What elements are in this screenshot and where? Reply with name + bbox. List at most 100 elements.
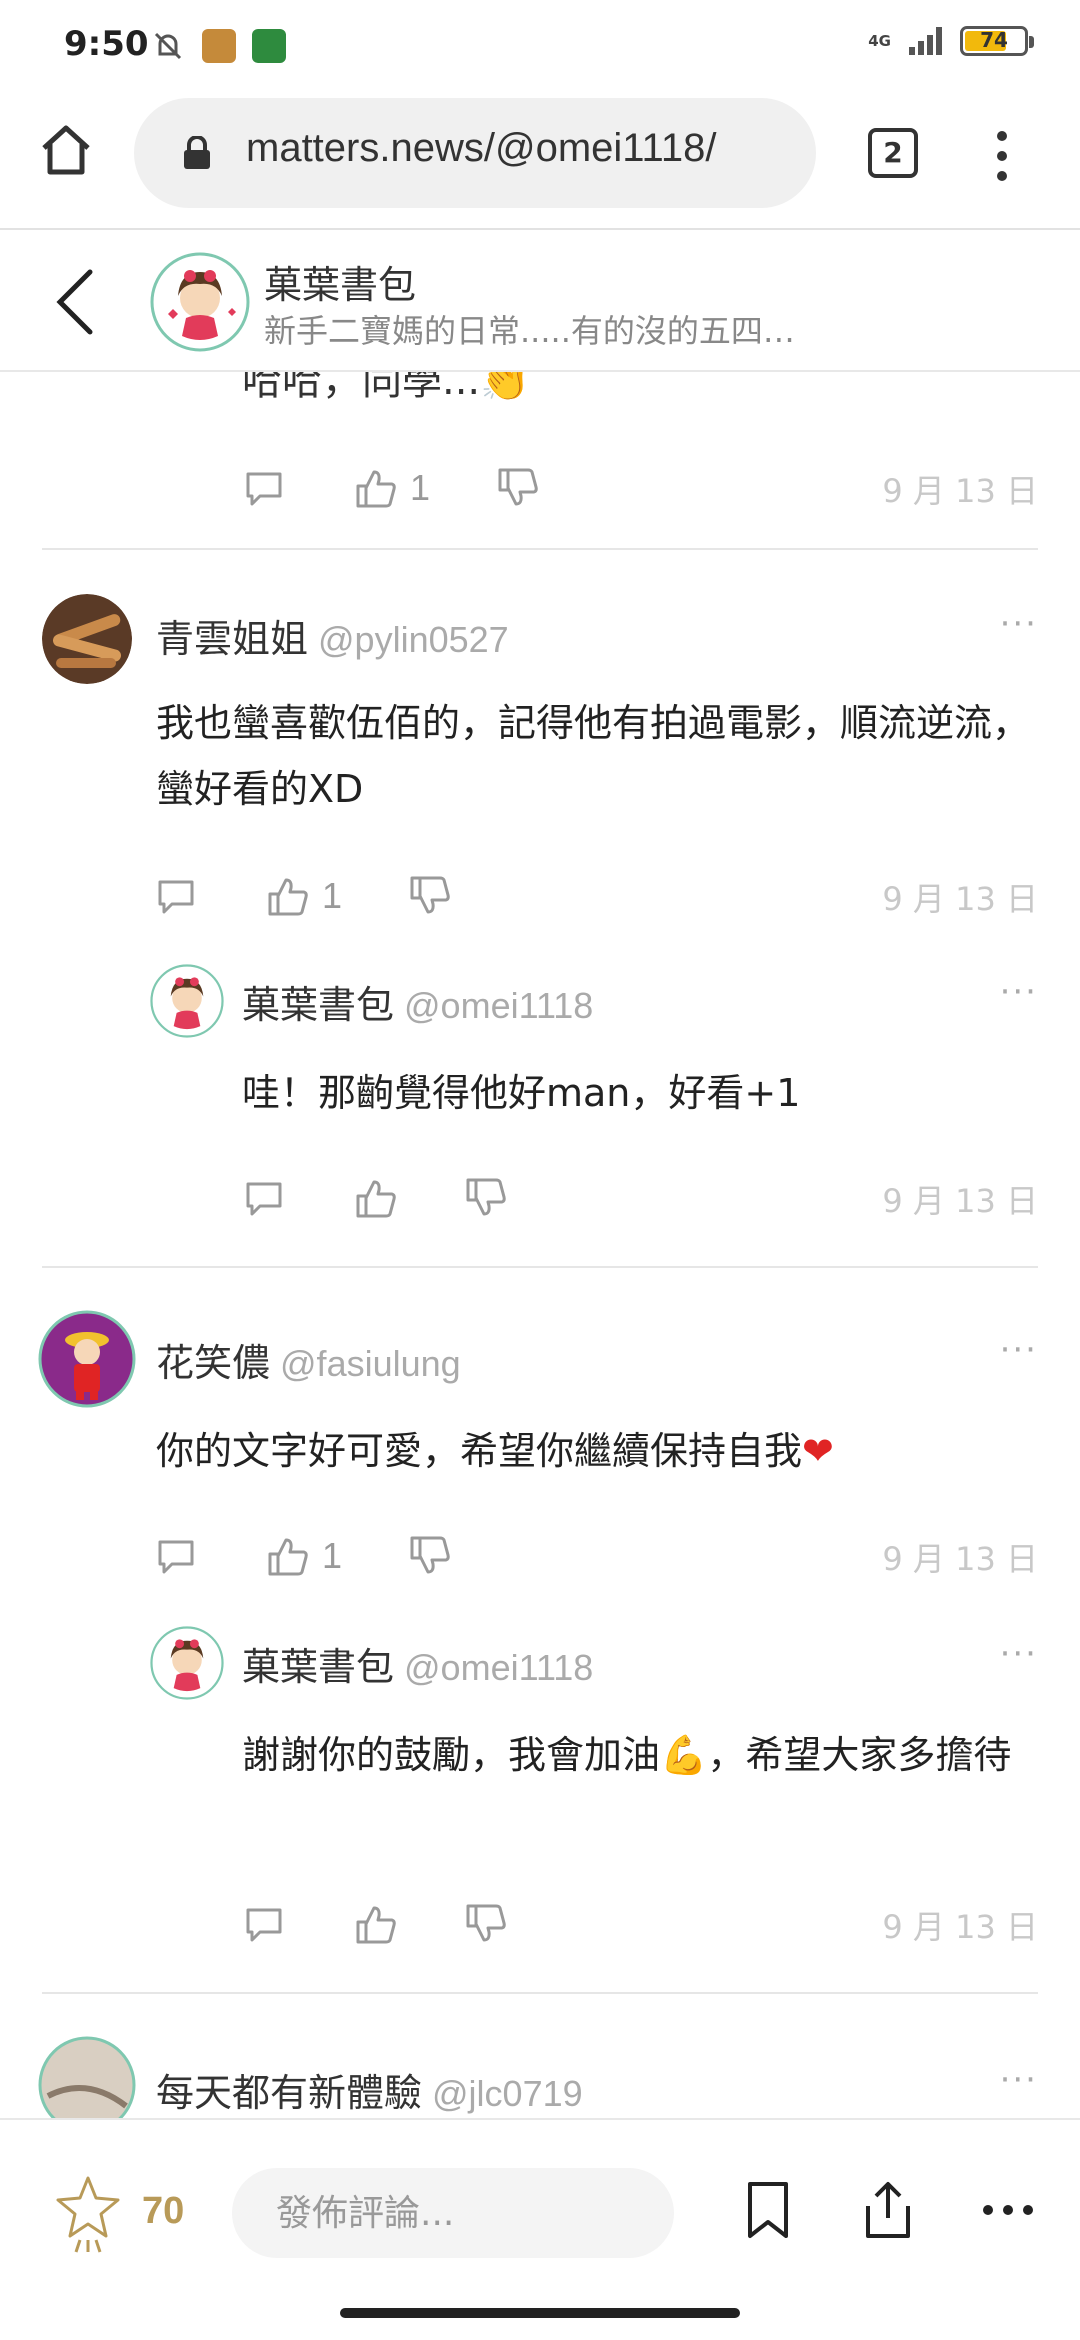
like-button[interactable]: 1 [354,460,430,516]
reply-text: 哇！那齣覺得他好man，好看+1 [242,1071,801,1115]
comment-author: 花笑儂 @fasiulung [156,1332,461,1387]
like-button[interactable]: 1 [266,868,342,924]
comment-input[interactable] [232,2168,674,2258]
avatar[interactable] [150,1626,224,1700]
divider [42,1266,1038,1268]
comment-bubble-icon [158,1540,194,1574]
author-name[interactable]: 菓葉書包 [242,1645,394,1689]
chevron-left-icon[interactable] [50,266,100,338]
thumbs-up-icon [268,1538,308,1576]
dislike-button[interactable] [464,1170,508,1226]
comment-date: 9 月 13 日 [882,1182,1038,1220]
dislike-button[interactable] [408,868,452,924]
thumbs-down-icon [466,1178,506,1216]
author-name[interactable]: 每天都有新體驗 [156,2071,422,2115]
author-handle[interactable]: @pylin0527 [318,619,509,660]
share-icon[interactable] [860,2180,916,2240]
like-button[interactable] [354,1170,398,1226]
appreciation-count: 70 [142,2190,185,2232]
comment-text-body: 你的文字好可愛，希望你繼續保持自我 [156,1429,803,1473]
avatar[interactable] [38,1310,136,1408]
comment-date: 9 月 13 日 [882,1908,1038,1946]
comment-feed: 哈哈，同學...👏 1 9 月 13 日 青雲姐姐 @pylin0527 ··· … [0,372,1080,2118]
battery-level: 74 [980,28,1008,52]
avatar[interactable] [150,252,250,352]
url-text: matters.news/@omei1118/ [246,126,717,170]
reply-button[interactable] [154,1528,198,1584]
mute-icon [154,32,182,60]
more-horiz-icon[interactable] [980,2180,1036,2240]
home-icon[interactable] [36,120,96,180]
thumbs-up-icon [268,878,308,916]
status-bar: 9:50 4G 74 [0,0,1080,90]
comment-bubble-icon [158,880,194,914]
avatar[interactable] [150,964,224,1038]
reply-text-body: 謝謝你的鼓勵，我會加油 [242,1733,661,1777]
thumbs-down-icon [410,876,450,914]
signal-icon [909,27,942,55]
thumbs-down-icon [410,1536,450,1574]
divider [42,1992,1038,1994]
lock-icon [184,136,210,169]
divider [42,548,1038,550]
more-horiz-icon[interactable]: ··· [1000,1330,1038,1370]
author-handle[interactable]: @fasiulung [280,1343,461,1384]
like-count: 1 [322,875,343,916]
more-horiz-icon[interactable]: ··· [1000,972,1038,1012]
like-button[interactable] [354,1896,398,1952]
address-bar[interactable]: matters.news/@omei1118/ [134,98,816,208]
reply-button[interactable] [154,868,198,924]
more-horiz-icon[interactable]: ··· [1000,604,1038,644]
author-handle[interactable]: @omei1118 [404,1647,593,1688]
reply-actions: 9 月 13 日 [242,1896,1038,1956]
system-indicators: 4G 74 [868,26,1034,56]
comment-bubble-icon [246,472,282,506]
thumbs-down-icon [498,468,538,506]
more-horiz-icon[interactable]: ··· [1000,1634,1038,1674]
author-handle[interactable]: @jlc0719 [432,2073,583,2114]
like-button[interactable]: 1 [266,1528,342,1584]
browser-toolbar: matters.news/@omei1118/ 2 [0,90,1080,230]
bookmark-icon[interactable] [740,2180,796,2240]
comment-text: 哈哈，同學...👏 [242,372,530,404]
bottom-action-bar: 70 [0,2118,1080,2298]
dislike-button[interactable] [408,1528,452,1584]
comment-bubble-icon [246,1908,282,1942]
author-handle[interactable]: @omei1118 [404,985,593,1026]
comment-date: 9 月 13 日 [882,472,1038,510]
comment-author: 每天都有新體驗 @jlc0719 [156,2062,583,2117]
network-type: 4G [868,32,891,50]
reply-text-tail: ，希望大家多擔待 [707,1733,1012,1777]
star-icon[interactable] [56,2174,120,2254]
reply-button[interactable] [242,1896,286,1952]
comment-actions: 1 9 月 13 日 [154,868,1038,928]
reply-text: 謝謝你的鼓勵，我會加油💪，希望大家多擔待 [242,1722,1038,1788]
comment-actions: 1 9 月 13 日 [154,1528,1038,1588]
heart-emoji: ❤ [802,1429,834,1473]
comment-text: 我也蠻喜歡伍佰的，記得他有拍過電影，順流逆流，蠻好看的XD [156,701,1031,811]
notification-icons [150,28,286,64]
avatar[interactable] [38,2036,136,2118]
profile-header: 菓葉書包 新手二寶媽的日常.....有的沒的五四… [0,232,1080,372]
author-name[interactable]: 菓葉書包 [242,983,394,1027]
author-name[interactable]: 花笑儂 [156,1341,270,1385]
author-name[interactable]: 青雲姐姐 [156,617,308,661]
more-horiz-icon[interactable]: ··· [1000,2060,1038,2100]
dislike-button[interactable] [464,1896,508,1952]
tab-switcher-button[interactable]: 2 [868,128,918,178]
reply-button[interactable] [242,460,286,516]
app-notification-icon [252,29,286,63]
thumbs-up-icon [356,1906,396,1944]
more-vert-icon[interactable] [990,128,1014,184]
profile-name[interactable]: 菓葉書包 [264,254,416,309]
avatar[interactable] [42,594,132,684]
comment-bubble-icon [246,1182,282,1216]
dislike-button[interactable] [496,460,540,516]
reply-button[interactable] [242,1170,286,1226]
battery-icon: 74 [960,26,1034,56]
reply-author: 菓葉書包 @omei1118 [242,974,593,1029]
home-indicator[interactable] [340,2308,740,2318]
comment-actions: 1 9 月 13 日 [242,460,1038,520]
app-notification-icon [202,29,236,63]
like-count: 1 [322,1535,343,1576]
